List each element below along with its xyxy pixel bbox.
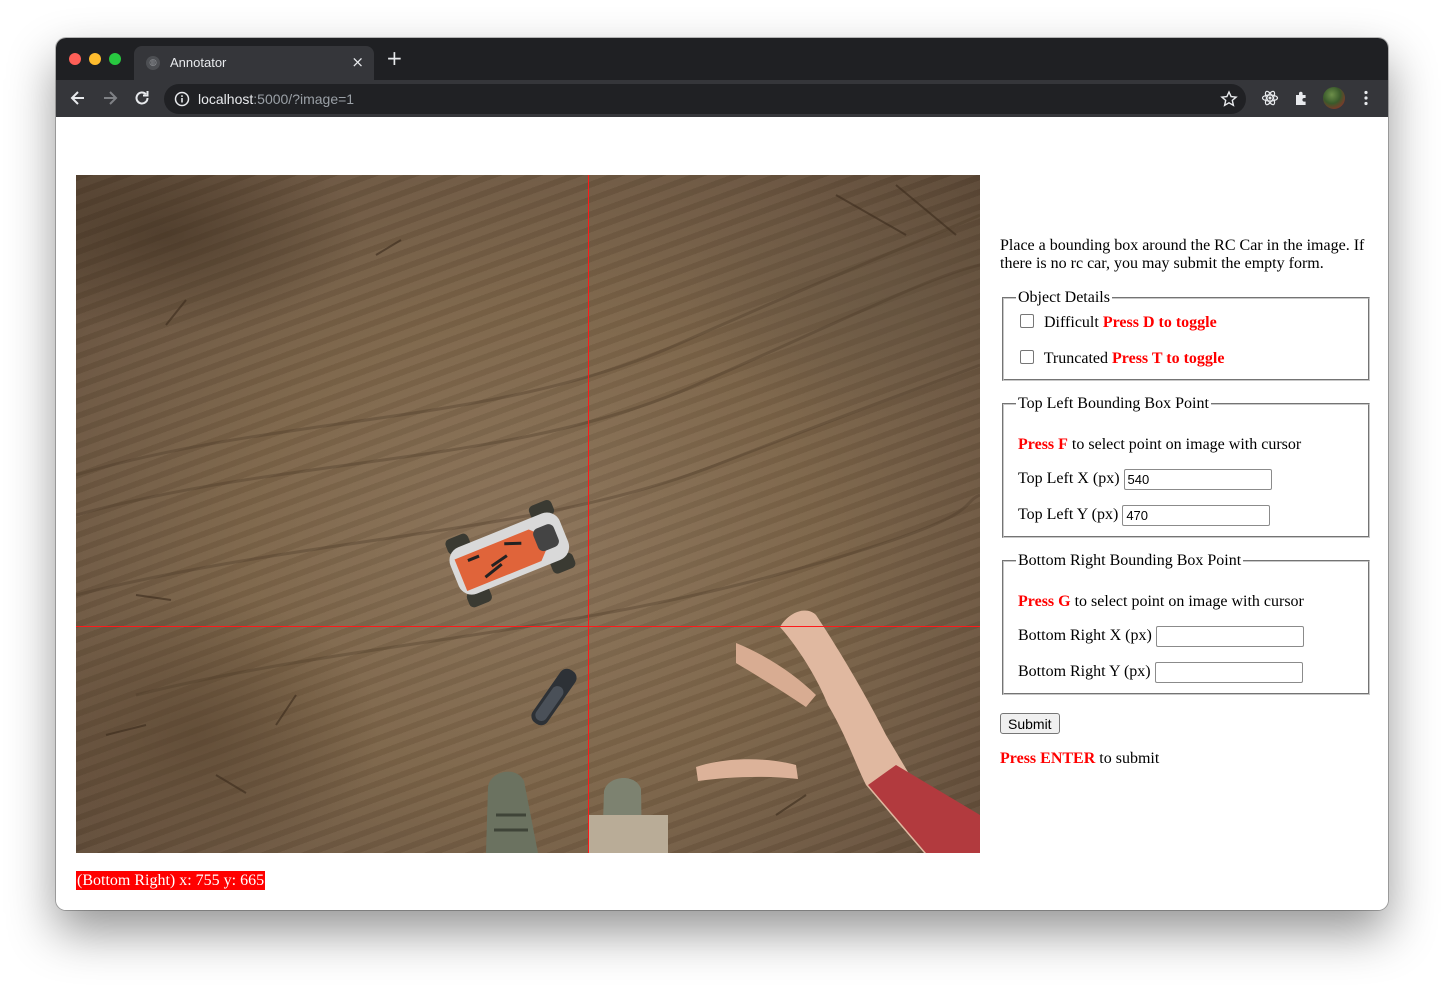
cursor-coordinate-label: (Bottom Right) x: 755 y: 665 (76, 871, 266, 890)
bottom-right-y-input[interactable] (1154, 662, 1303, 683)
browser-window: ◍ Annotator × + localhost:5000/?image=1 (56, 38, 1388, 910)
new-tab-button[interactable]: + (386, 48, 403, 68)
url-path: :5000/?image=1 (253, 91, 355, 107)
photo-scene (76, 184, 980, 853)
instructions-text: Place a bounding box around the RC Car i… (1000, 237, 1365, 272)
page-content: (Bottom Right) x: 755 y: 665 Place a bou… (56, 117, 1388, 910)
annotation-form-panel: Place a bounding box around the RC Car i… (1000, 237, 1372, 768)
bottom-right-x-input[interactable] (1155, 626, 1304, 647)
top-left-x-label: Top Left X (px) (1018, 470, 1120, 488)
url-text: localhost:5000/?image=1 (198, 91, 354, 107)
truncated-checkbox[interactable] (1020, 350, 1034, 364)
bottom-right-y-label: Bottom Right Y (px) (1018, 663, 1151, 681)
remote-controller (531, 668, 577, 726)
difficult-checkbox[interactable] (1020, 314, 1034, 328)
top-left-y-row: Top Left Y (px) (1018, 505, 1354, 526)
bottom-right-legend: Bottom Right Bounding Box Point (1018, 552, 1242, 569)
top-left-legend: Top Left Bounding Box Point (1018, 395, 1209, 412)
more-menu-icon[interactable] (1357, 89, 1375, 107)
bottom-right-y-row: Bottom Right Y (px) (1018, 662, 1354, 683)
top-left-x-row: Top Left X (px) (1018, 469, 1354, 490)
close-tab-icon[interactable]: × (351, 53, 364, 71)
tire-tracks (76, 213, 980, 697)
bottom-right-x-row: Bottom Right X (px) (1018, 626, 1354, 647)
back-arrow-icon[interactable] (68, 88, 88, 108)
profile-avatar[interactable] (1323, 87, 1345, 109)
difficult-row: Difficult Press D to toggle (1018, 313, 1354, 333)
top-left-fieldset: Top Left Bounding Box Point Press F to s… (1002, 395, 1370, 538)
truncated-row: Truncated Press T to toggle (1018, 349, 1354, 369)
info-icon[interactable] (174, 91, 190, 107)
globe-icon: ◍ (146, 56, 160, 70)
top-left-press-hint: Press F to select point on image with cu… (1018, 435, 1354, 455)
crosshair-vertical-line (588, 175, 589, 853)
top-left-y-input[interactable] (1122, 505, 1271, 526)
top-left-press-text: to select point on image with cursor (1067, 436, 1302, 453)
difficult-hint: Press D to toggle (1102, 314, 1217, 331)
object-details-fieldset: Object Details Difficult Press D to togg… (1002, 289, 1370, 381)
truncated-label: Truncated (1043, 350, 1109, 367)
enter-text: to submit (1095, 750, 1160, 767)
tab-annotator[interactable]: ◍ Annotator × (134, 46, 374, 80)
object-details-legend: Object Details (1018, 289, 1110, 306)
top-left-y-label: Top Left Y (px) (1018, 506, 1119, 524)
browser-toolbar: localhost:5000/?image=1 (56, 80, 1388, 117)
truncated-hint: Press T to toggle (1112, 350, 1225, 367)
annotation-image[interactable] (76, 175, 980, 853)
enter-key: Press ENTER (1000, 750, 1096, 767)
tab-bar: ◍ Annotator × + (56, 38, 1388, 80)
rc-car (445, 499, 576, 608)
minimize-window-button[interactable] (89, 53, 101, 65)
bottom-right-press-text: to select point on image with cursor (1070, 593, 1304, 610)
bottom-right-press-hint: Press G to select point on image with cu… (1018, 592, 1354, 612)
maximize-window-button[interactable] (109, 53, 121, 65)
tab-title: Annotator (170, 55, 227, 70)
difficult-label: Difficult (1044, 314, 1099, 331)
address-bar[interactable]: localhost:5000/?image=1 (164, 84, 1246, 114)
bookmark-star-icon[interactable] (1220, 90, 1238, 108)
top-left-press-key: Press F (1018, 436, 1068, 453)
react-devtools-icon[interactable] (1261, 89, 1279, 107)
submit-button[interactable]: Submit (1000, 713, 1060, 734)
top-left-x-input[interactable] (1123, 469, 1272, 490)
crosshair-horizontal-line (76, 626, 980, 627)
reload-icon[interactable] (132, 88, 152, 108)
forward-arrow-icon[interactable] (100, 88, 120, 108)
bottom-right-fieldset: Bottom Right Bounding Box Point Press G … (1002, 552, 1370, 695)
bottom-right-x-label: Bottom Right X (px) (1018, 627, 1152, 645)
hand (696, 610, 980, 853)
extensions-puzzle-icon[interactable] (1293, 89, 1311, 107)
right-shoe (588, 777, 668, 853)
close-window-button[interactable] (69, 53, 81, 65)
bottom-right-press-key: Press G (1018, 593, 1071, 610)
url-host: localhost (198, 91, 254, 107)
enter-hint: Press ENTER to submit (1000, 750, 1372, 768)
left-shoe (486, 771, 538, 853)
